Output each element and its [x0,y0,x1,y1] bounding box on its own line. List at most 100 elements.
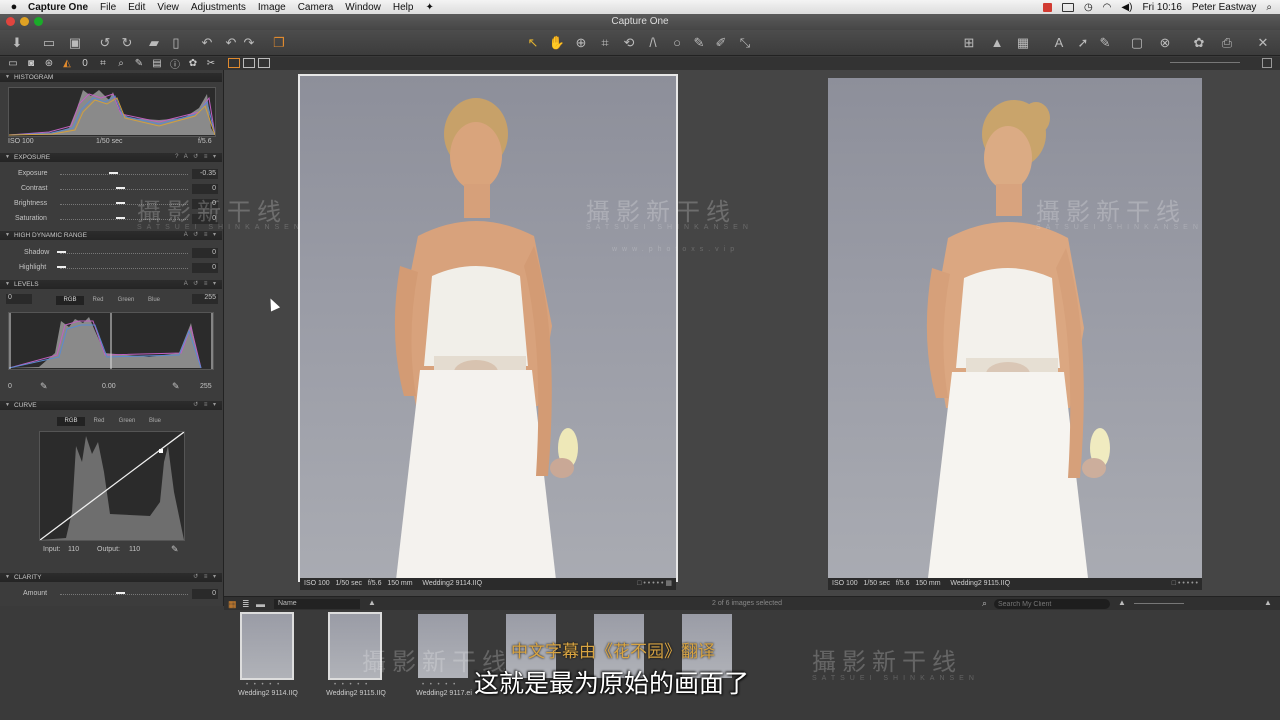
menu-edit[interactable]: Edit [128,2,145,13]
clarity-thumb[interactable] [116,592,125,594]
shadow-value[interactable]: 0 [192,248,218,258]
section-controls-icon[interactable]: A ↺ ≡ ▾ [184,231,218,240]
wifi-icon[interactable]: ◠ [1103,2,1112,13]
levels-mid[interactable]: 0.00 [102,383,116,390]
brightness-thumb[interactable] [116,202,125,204]
list-view-icon[interactable]: ≣ [242,599,250,610]
shadow-thumb[interactable] [57,251,66,253]
menu-view[interactable]: View [157,2,179,13]
shadow-track[interactable] [60,253,188,254]
text-icon[interactable]: A [1050,34,1068,52]
straighten-icon[interactable]: /\ [644,34,662,52]
thumbnail-rating[interactable]: • • • • • [422,682,457,688]
curve-picker-icon[interactable]: ✎ [171,544,179,555]
levels-tab-rgb[interactable]: RGB [56,296,84,305]
crop-icon[interactable]: ⌗ [596,34,614,52]
levels-graph[interactable] [8,312,214,370]
viewer-image-left[interactable] [298,74,678,582]
levels-output-low[interactable]: 0 [8,383,12,390]
levels-input-high[interactable]: 255 [192,294,218,304]
tab-batch-icon[interactable]: ✂ [202,58,220,69]
highlight-track[interactable] [60,268,188,269]
section-controls-icon[interactable]: A ↺ ≡ ▾ [184,280,218,289]
curve-tab-green[interactable]: Green [113,417,141,426]
left-rating-stars[interactable]: □ • • • • • ▦ [637,578,672,590]
undo-icon[interactable]: ↶ [198,34,216,52]
pan-icon[interactable]: ✋ [548,34,566,52]
exposure-header[interactable]: EXPOSURE ? A ↺ ≡ ▾ [0,153,222,162]
folder-icon[interactable]: ▰ [145,34,163,52]
tab-adjustments-icon[interactable]: ▤ [148,58,166,69]
thumbnail-rating[interactable]: • • • • • [246,682,281,688]
menu-help[interactable]: Help [393,2,414,13]
search-icon[interactable]: ⌕ [982,598,987,609]
fullscreen-icon[interactable] [1262,58,1272,68]
levels-white-picker-icon[interactable]: ✎ [172,381,180,392]
section-controls-icon[interactable]: ↺ ≡ ▾ [193,401,218,410]
section-controls-icon[interactable]: ↺ ≡ ▾ [193,573,218,582]
zoom-icon[interactable]: ⊕ [572,34,590,52]
levels-tab-green[interactable]: Green [112,296,140,305]
menu-image[interactable]: Image [258,2,286,13]
curve-tab-rgb[interactable]: RGB [57,417,85,426]
curve-output-value[interactable]: 110 [129,546,140,553]
spot-removal-icon[interactable]: ○ [668,34,686,52]
zoom-slider[interactable] [1170,62,1240,63]
eyedropper-icon[interactable]: ⤡ [736,34,754,52]
undo-icon-2[interactable]: ↶ [222,34,240,52]
brush-icon[interactable]: ✐ [712,34,730,52]
volume-icon[interactable]: ◀) [1121,2,1132,13]
curve-tab-red[interactable]: Red [85,417,113,426]
clarity-header[interactable]: CLARITY ↺ ≡ ▾ [0,573,222,582]
close-icon[interactable] [6,17,15,26]
cancel-icon[interactable]: ⊗ [1156,34,1174,52]
curve-header[interactable]: CURVE ↺ ≡ ▾ [0,401,222,410]
levels-output-high[interactable]: 255 [200,383,212,390]
grid-view-icon[interactable]: ▦ [228,599,237,610]
copy-adjustments-icon[interactable]: ❐ [270,34,288,52]
minimize-icon[interactable] [20,17,29,26]
menu-clock[interactable]: Fri 10:16 [1142,2,1181,13]
apple-icon[interactable]: ● [0,1,28,13]
menu-file[interactable]: File [100,2,116,13]
curve-input-value[interactable]: 110 [68,546,79,553]
contrast-track[interactable] [60,189,188,190]
levels-tab-blue[interactable]: Blue [140,296,168,305]
spotlight-icon[interactable]: ⌕ [1266,2,1272,13]
tab-output-icon[interactable]: ✿ [184,58,202,69]
single-view-icon[interactable] [243,58,255,68]
tab-library-icon[interactable]: ▭ [4,58,22,69]
menu-camera[interactable]: Camera [298,2,334,13]
tools-icon[interactable]: ✕ [1254,34,1272,52]
settings-icon[interactable]: ✿ [1190,34,1208,52]
contrast-thumb[interactable] [116,187,125,189]
tab-lens-icon[interactable]: 0 [76,58,94,69]
search-input[interactable] [994,599,1110,609]
clarity-track[interactable] [60,594,188,595]
import-icon[interactable]: ⬇ [8,34,26,52]
rotate-right-icon[interactable]: ↻ [118,34,136,52]
menu-user[interactable]: Peter Eastway [1192,2,1256,13]
camera-tether-icon[interactable]: ▢ [1128,34,1146,52]
filmstrip-view-icon[interactable] [258,58,270,68]
thumbnail-1[interactable]: • • • • • Wedding2 9114.IIQ [226,612,310,702]
levels-input-low[interactable]: 0 [6,294,32,304]
rotate-tool-icon[interactable]: ⟲ [620,34,638,52]
zoom-window-icon[interactable] [34,17,43,26]
grid-icon[interactable]: ⊞ [960,34,978,52]
histogram-header[interactable]: HISTOGRAM [0,73,222,82]
tab-local-icon[interactable]: ✎ [130,58,148,69]
highlight-thumb[interactable] [57,266,66,268]
display-icon[interactable] [1061,2,1074,12]
saturation-thumb[interactable] [116,217,125,219]
record-icon[interactable] [1042,2,1052,12]
highlight-value[interactable]: 0 [192,263,218,273]
levels-black-picker-icon[interactable]: ✎ [40,381,48,392]
section-controls-icon[interactable]: ? A ↺ ≡ ▾ [175,153,218,162]
trash-icon[interactable]: ▯ [167,34,185,52]
time-machine-icon[interactable]: ◷ [1084,2,1093,13]
viewer-image-right[interactable] [828,78,1202,578]
script-icon[interactable]: ✦ [425,2,433,13]
capture-icon[interactable]: ▭ [40,34,58,52]
export-icon[interactable]: ➚ [1074,34,1092,52]
